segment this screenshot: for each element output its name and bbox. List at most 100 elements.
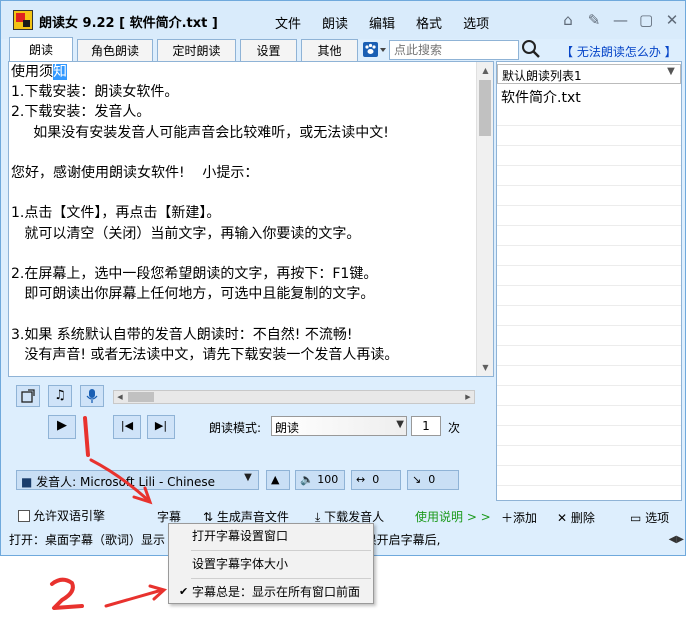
voice-select[interactable]: ■ 发音人: Microsoft Lili - Chinese ▼ xyxy=(16,470,259,490)
playlist-select[interactable]: 默认朗读列表1 ▼ xyxy=(497,64,681,84)
playlist-options-button[interactable]: ▭ 选项 xyxy=(630,509,669,526)
scroll-left-icon[interactable]: ◀ xyxy=(114,391,126,403)
annotation-number-2 xyxy=(50,577,84,610)
bilingual-label: 允许双语引擎 xyxy=(33,509,106,523)
scroll-right-icon[interactable]: ▶ xyxy=(462,391,474,403)
home-icon[interactable]: ⌂ xyxy=(561,11,575,29)
microphone-icon[interactable] xyxy=(80,385,104,407)
subtitle-context-menu: 打开字幕设置窗口 设置字幕字体大小 ✔ 字幕总是：显示在所有窗口前面 xyxy=(168,523,374,604)
bilingual-checkbox[interactable] xyxy=(18,509,30,522)
previous-icon[interactable]: |◀ xyxy=(113,415,141,439)
menu-bar: 文件 朗读 编辑 格式 选项 xyxy=(275,13,510,32)
add-label: 添加 xyxy=(513,511,538,525)
bilingual-option[interactable]: 允许双语引擎 xyxy=(18,507,105,524)
tools-icon[interactable]: ✎ xyxy=(587,11,601,29)
pitch-control[interactable]: ↘ 0 xyxy=(407,470,459,490)
convert-icon: ⇅ xyxy=(203,510,214,524)
scroll-up-icon[interactable]: ▲ xyxy=(477,62,493,79)
delete-button[interactable]: ✕ 删除 xyxy=(557,509,595,526)
music-icon[interactable]: ♫ xyxy=(48,385,72,407)
progress-scrollbar[interactable]: ◀ ▶ xyxy=(113,390,475,404)
tab-bar: 朗读 角色朗读 定时朗读 设置 其他 xyxy=(9,37,362,61)
window-title: 朗读女 9.22 [ 软件简介.txt ] xyxy=(39,16,218,31)
tab-settings[interactable]: 设置 xyxy=(240,39,297,61)
menu-open-subtitle-settings[interactable]: 打开字幕设置窗口 xyxy=(169,525,373,547)
restore-icon[interactable]: ▢ xyxy=(639,11,653,29)
voice-select-value: 发音人: Microsoft Lili - Chinese xyxy=(36,475,216,489)
play-icon[interactable]: ▶ xyxy=(48,415,76,439)
repeat-count-input[interactable]: 1 xyxy=(411,416,441,436)
help-link[interactable]: 【 无法朗读怎么办 】 xyxy=(561,43,677,60)
tab-timed-read[interactable]: 定时朗读 xyxy=(157,39,236,61)
menu-subtitle-font-size[interactable]: 设置字幕字体大小 xyxy=(169,553,373,575)
selected-text: 知 xyxy=(53,64,67,80)
playlist-panel: 默认朗读列表1 ▼ 软件简介.txt xyxy=(496,61,682,501)
editor-line-1-text: 使用须 xyxy=(11,64,53,80)
minimize-icon[interactable]: — xyxy=(613,11,628,29)
editor-line: 1.点击【文件】，再点击【新建】。 xyxy=(11,205,221,222)
scroll-down-icon[interactable]: ▼ xyxy=(477,359,493,376)
menu-subtitle-always-on-top-label: 字幕总是：显示在所有窗口前面 xyxy=(192,585,361,599)
window-controls: ⌂ ✎ — ▢ ✕ xyxy=(561,11,679,29)
pitch-icon: ↘ xyxy=(412,473,422,486)
editor-line: 就可以清空（关闭）当前文字，再输入你要读的文字。 xyxy=(11,225,361,242)
paw-dropdown-icon[interactable] xyxy=(362,41,388,59)
chevron-down-icon[interactable]: ▼ xyxy=(664,66,678,82)
tab-read[interactable]: 朗读 xyxy=(9,37,73,61)
playlist-item[interactable]: 软件简介.txt xyxy=(501,87,581,107)
instructions-link[interactable]: 使用说明 > > xyxy=(415,508,491,525)
editor-scrollbar[interactable]: ▲ ▼ xyxy=(476,62,493,376)
search-icon[interactable] xyxy=(521,39,541,59)
repeat-count-unit: 次 xyxy=(448,421,461,435)
chevron-down-icon[interactable]: ▼ xyxy=(396,419,404,430)
status-scroll-icon[interactable]: ◀▶ xyxy=(666,529,684,551)
download-voice-label: 下载发音人 xyxy=(324,510,385,524)
options-label: 选项 xyxy=(645,511,670,525)
editor-line: 2.在屏幕上，选中一段您希望朗读的文字，再按下：F1键。 xyxy=(11,266,378,283)
main-window: 朗读女 9.22 [ 软件简介.txt ] 文件 朗读 编辑 格式 选项 ⌂ ✎… xyxy=(0,0,686,556)
mode-select[interactable]: 朗读 ▼ xyxy=(271,416,407,436)
volume-icon: 🔈 xyxy=(300,473,314,486)
next-icon[interactable]: ▶| xyxy=(147,415,175,439)
menu-options[interactable]: 选项 xyxy=(463,13,489,32)
editor-line: 没有声音! 或者无法读中文，请先下载安装一个发音人再读。 xyxy=(11,346,399,363)
mode-select-value: 朗读 xyxy=(275,421,300,435)
chevron-down-icon[interactable]: ▼ xyxy=(240,472,256,488)
voice-settings-icon[interactable]: ▲ xyxy=(266,470,290,490)
editor-line: 1.下载安装：朗读女软件。 xyxy=(11,84,179,101)
text-editor[interactable]: 使用须知 1.下载安装：朗读女软件。 2.下载安装：发音人。 如果没有安装发音人… xyxy=(8,61,494,377)
volume-value: 100 xyxy=(317,473,339,486)
delete-label: 删除 xyxy=(570,511,595,525)
title-bar: 朗读女 9.22 [ 软件简介.txt ] 文件 朗读 编辑 格式 选项 ⌂ ✎… xyxy=(1,1,685,39)
playlist-select-value: 默认朗读列表1 xyxy=(502,69,582,83)
speed-icon: ↔ xyxy=(356,473,366,486)
volume-control[interactable]: 🔈 100 xyxy=(295,470,345,490)
add-button[interactable]: ＋添加 xyxy=(501,509,537,526)
menu-format[interactable]: 格式 xyxy=(416,13,442,32)
annotation-arrowhead-2 xyxy=(148,584,168,601)
editor-line: 2.下载安装：发音人。 xyxy=(11,104,151,121)
app-logo-icon xyxy=(13,10,33,30)
progress-thumb[interactable] xyxy=(128,392,154,402)
search-input[interactable] xyxy=(389,40,519,60)
download-icon: ⤓ xyxy=(315,510,321,524)
menu-separator xyxy=(191,550,371,551)
editor-line-1: 使用须知 xyxy=(11,64,67,80)
menu-edit[interactable]: 编辑 xyxy=(369,13,395,32)
editor-scroll-thumb[interactable] xyxy=(479,80,491,136)
speed-control[interactable]: ↔ 0 xyxy=(351,470,401,490)
close-icon[interactable]: ✕ xyxy=(665,11,679,29)
editor-content[interactable]: 使用须知 1.下载安装：朗读女软件。 2.下载安装：发音人。 如果没有安装发音人… xyxy=(11,62,477,365)
annotation-arrow-2 xyxy=(104,588,164,608)
export-icon[interactable] xyxy=(16,385,40,407)
menu-subtitle-always-on-top[interactable]: ✔ 字幕总是：显示在所有窗口前面 xyxy=(169,581,373,603)
editor-line: 如果没有安装发音人可能声音会比较难听，或无法读中文! xyxy=(11,124,389,141)
tab-role-read[interactable]: 角色朗读 xyxy=(77,39,153,61)
editor-line: 即可朗读出你屏幕上任何地方，可选中且能复制的文字。 xyxy=(11,286,375,303)
generate-audio-label: 生成声音文件 xyxy=(216,510,289,524)
menu-read[interactable]: 朗读 xyxy=(322,13,348,32)
pitch-value: 0 xyxy=(428,473,436,486)
menu-file[interactable]: 文件 xyxy=(275,13,301,32)
tab-other[interactable]: 其他 xyxy=(301,39,358,61)
plus-icon: ＋ xyxy=(501,511,514,525)
